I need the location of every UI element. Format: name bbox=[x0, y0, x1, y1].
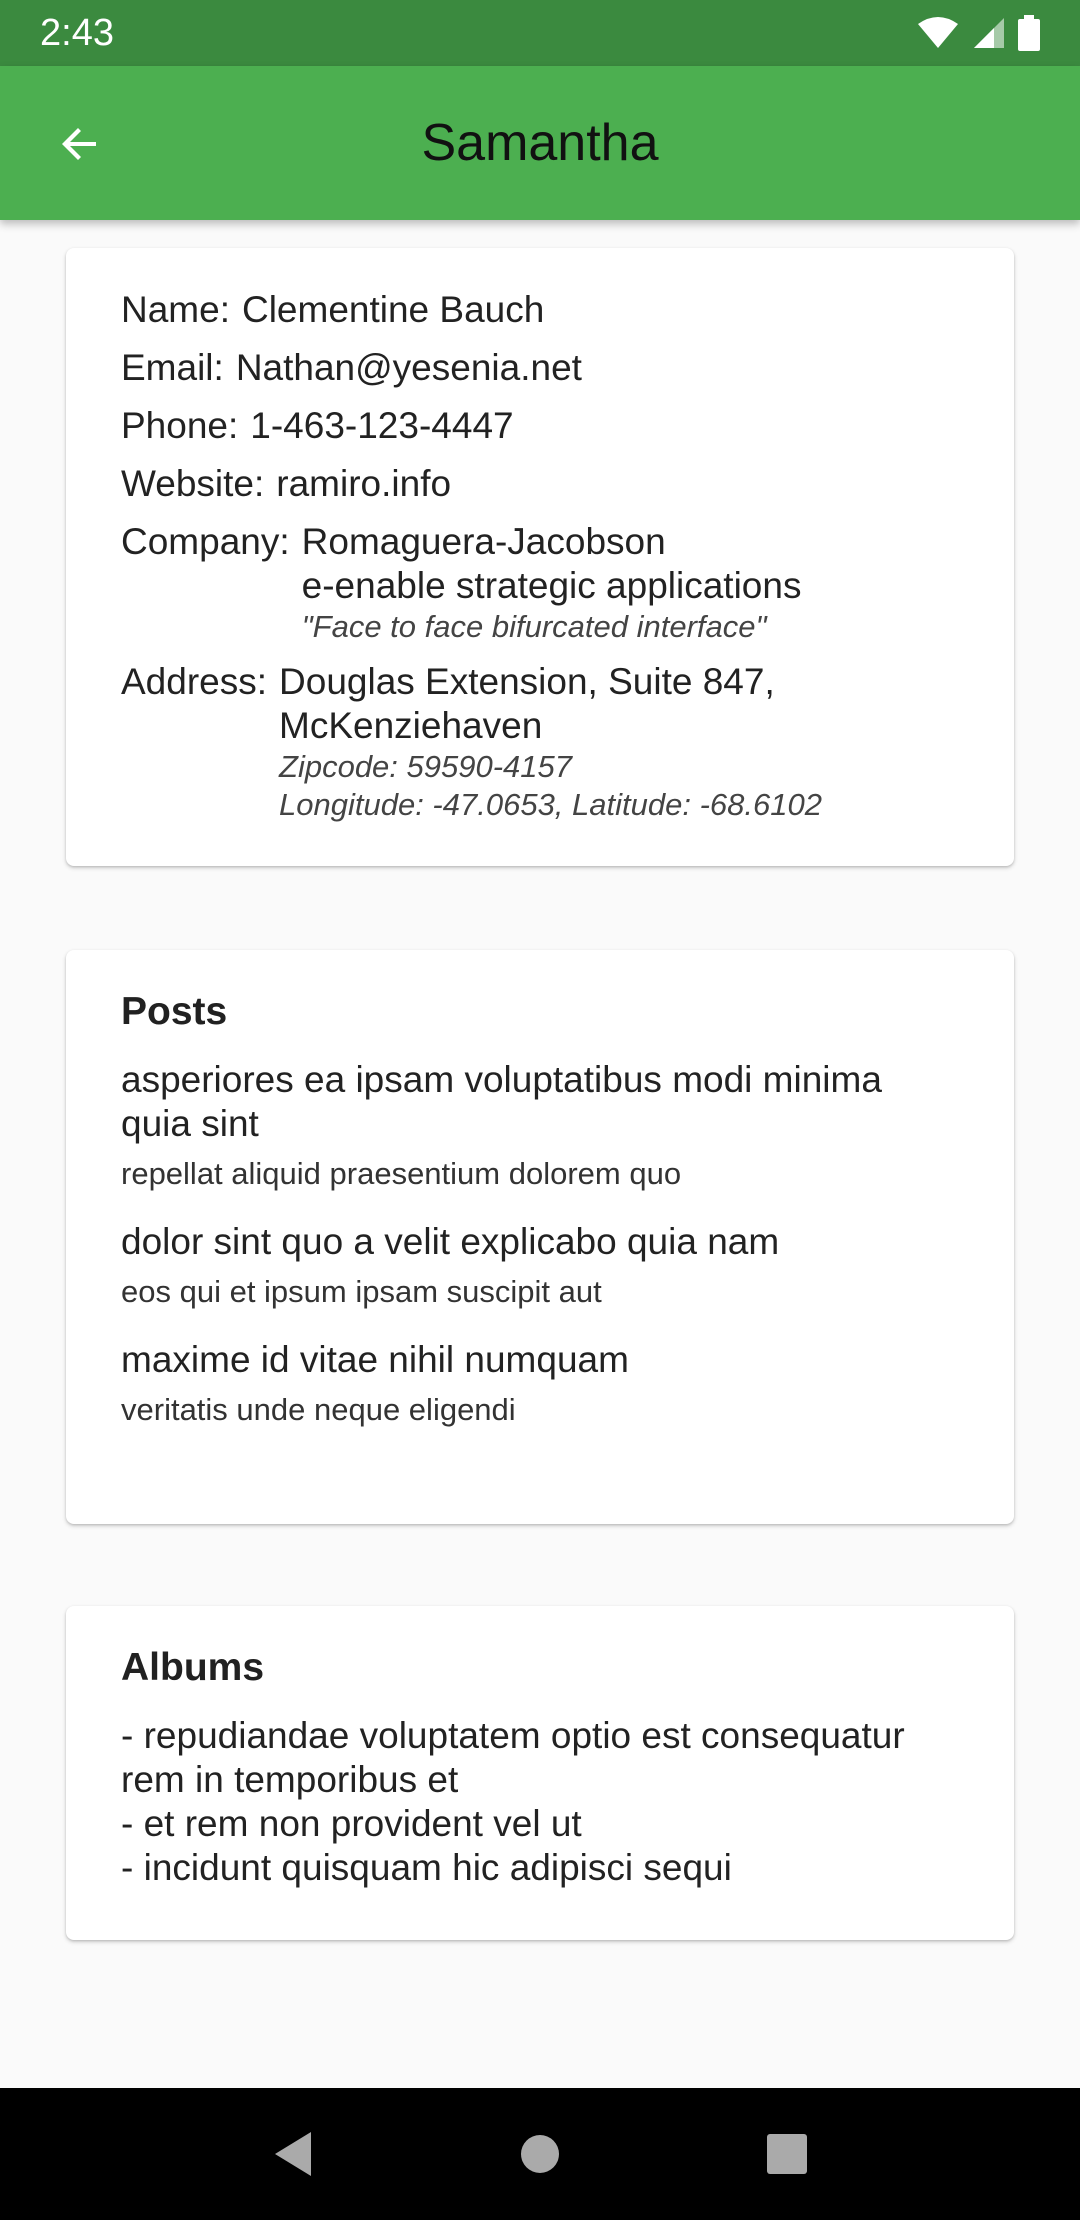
post-title: dolor sint quo a velit explicabo quia na… bbox=[121, 1221, 780, 1262]
nav-recents-button[interactable] bbox=[747, 2114, 827, 2194]
content-scroll[interactable]: Name: Clementine Bauch Email: Nathan@yes… bbox=[0, 220, 1080, 2088]
email-value: Nathan@yesenia.net bbox=[235, 347, 582, 388]
status-icons bbox=[916, 15, 1040, 51]
nav-back-button[interactable] bbox=[253, 2114, 333, 2194]
address-geo: Longitude: -47.0653, Latitude: -68.6102 bbox=[279, 787, 822, 822]
address-row: Address: Douglas Extension, Suite 847, M… bbox=[121, 660, 959, 824]
company-label: Company: bbox=[121, 521, 290, 562]
address-city: McKenziehaven bbox=[279, 705, 543, 746]
company-row: Company: Romaguera-Jacobson e-enable str… bbox=[121, 520, 959, 646]
email-label: Email: bbox=[121, 347, 224, 388]
arrow-left-icon bbox=[62, 128, 96, 160]
battery-icon bbox=[1018, 15, 1040, 51]
back-button[interactable] bbox=[40, 104, 120, 184]
albums-title: Albums bbox=[121, 1646, 265, 1689]
website-label: Website: bbox=[121, 463, 265, 504]
system-nav-bar bbox=[0, 2088, 1080, 2220]
company-details: Romaguera-Jacobson e-enable strategic ap… bbox=[302, 520, 802, 646]
company-name: Romaguera-Jacobson bbox=[301, 521, 666, 562]
phone-label: Phone: bbox=[121, 405, 239, 446]
company-catchphrase: "Face to face bifurcated interface" bbox=[301, 609, 767, 644]
address-label: Address: bbox=[121, 661, 268, 702]
page-title: Samantha bbox=[421, 114, 659, 172]
post-title: maxime id vitae nihil numquam bbox=[121, 1339, 629, 1380]
name-value: Clementine Bauch bbox=[241, 289, 545, 330]
company-bs: e-enable strategic applications bbox=[301, 565, 802, 606]
status-bar: 2:43 bbox=[0, 0, 1080, 66]
status-time: 2:43 bbox=[40, 11, 114, 54]
phone-row: Phone: 1-463-123-4447 bbox=[121, 404, 959, 448]
post-item[interactable]: dolor sint quo a velit explicabo quia na… bbox=[121, 1220, 959, 1312]
post-item[interactable]: asperiores ea ipsam voluptatibus modi mi… bbox=[121, 1058, 959, 1194]
post-item[interactable]: maxime id vitae nihil numquam veritatis … bbox=[121, 1338, 959, 1430]
album-item[interactable]: - et rem non provident vel ut bbox=[121, 1802, 959, 1846]
circle-home-icon bbox=[520, 2135, 559, 2173]
post-body: repellat aliquid praesentium dolorem quo bbox=[121, 1156, 682, 1191]
post-title: asperiores ea ipsam voluptatibus modi mi… bbox=[121, 1059, 882, 1144]
user-details-card: Name: Clementine Bauch Email: Nathan@yes… bbox=[66, 248, 1014, 866]
email-row: Email: Nathan@yesenia.net bbox=[121, 346, 959, 390]
wifi-icon bbox=[918, 17, 958, 48]
posts-title: Posts bbox=[121, 990, 228, 1033]
posts-card: Posts asperiores ea ipsam voluptatibus m… bbox=[66, 950, 1014, 1524]
album-item[interactable]: - repudiandae voluptatem optio est conse… bbox=[121, 1714, 959, 1802]
name-label: Name: bbox=[121, 289, 230, 330]
albums-card: Albums - repudiandae voluptatem optio es… bbox=[66, 1606, 1014, 1940]
name-row: Name: Clementine Bauch bbox=[121, 288, 959, 332]
post-body: veritatis unde neque eligendi bbox=[121, 1392, 516, 1427]
address-street: Douglas Extension, Suite 847, bbox=[279, 661, 775, 702]
cell-signal-icon bbox=[974, 18, 1004, 48]
square-recents-icon bbox=[766, 2134, 807, 2174]
address-details: Douglas Extension, Suite 847, McKenzieha… bbox=[279, 660, 822, 824]
nav-home-button[interactable] bbox=[500, 2114, 580, 2194]
website-row: Website: ramiro.info bbox=[121, 462, 959, 506]
post-body: eos qui et ipsum ipsam suscipit aut bbox=[121, 1274, 602, 1309]
album-item[interactable]: - incidunt quisquam hic adipisci sequi bbox=[121, 1846, 959, 1890]
address-zipcode: Zipcode: 59590-4157 bbox=[279, 749, 573, 784]
app-bar: Samantha bbox=[0, 66, 1080, 220]
phone-value: 1-463-123-4447 bbox=[250, 405, 514, 446]
triangle-back-icon bbox=[275, 2132, 312, 2176]
website-value: ramiro.info bbox=[276, 463, 452, 504]
